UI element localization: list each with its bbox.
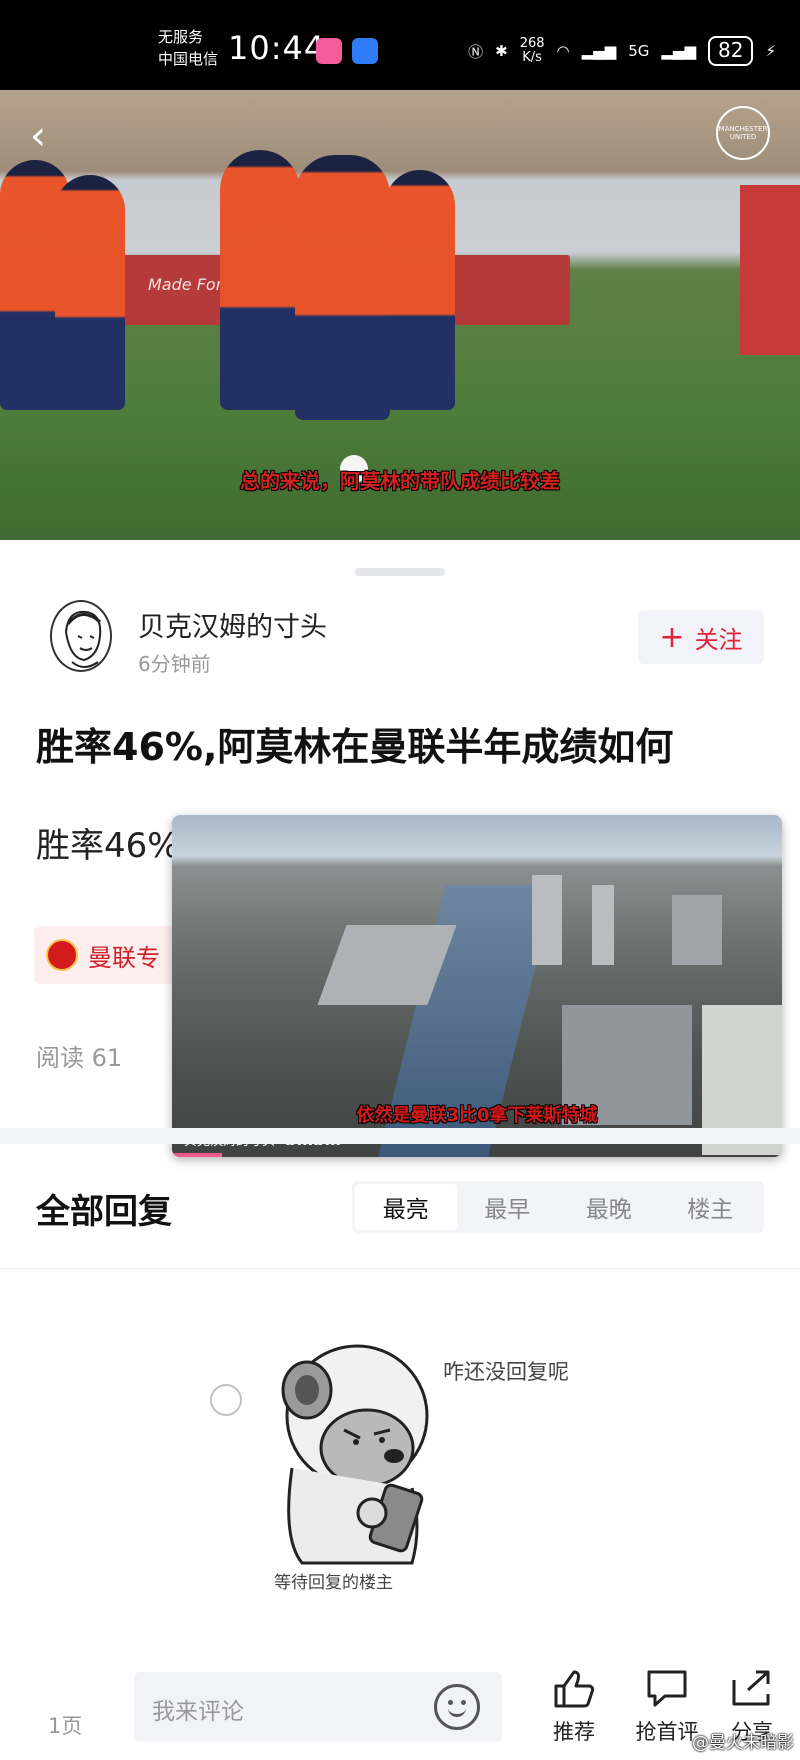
carrier-info: 无服务 中国电信: [158, 26, 218, 70]
drag-handle[interactable]: [355, 568, 445, 576]
divider: [0, 1268, 800, 1269]
avatar-sketch-icon: [64, 610, 102, 668]
read-count: 阅读 61: [36, 1044, 123, 1072]
page-indicator[interactable]: 1页: [48, 1710, 82, 1740]
net-speed-unit: K/s: [522, 50, 542, 65]
club-crest-icon: MANCHESTER UNITED: [716, 106, 770, 160]
recommend-label: 推荐: [553, 1720, 595, 1744]
topic-tag-label: 曼联专: [88, 943, 160, 972]
net-speed-value: 268: [519, 36, 545, 51]
comment-placeholder: 我来评论: [152, 1699, 244, 1725]
back-icon[interactable]: ‹: [30, 116, 66, 156]
comment-bubble-icon: [647, 1670, 687, 1707]
building: [532, 875, 562, 965]
player-figure: [220, 150, 300, 410]
player-figure: [55, 175, 125, 410]
status-indicators: Ⓝ ✱ 268 K/s ◠ ▂▄▆ 5G ▂▄▆ 82 ⚡: [468, 36, 776, 66]
wifi-icon: ◠: [556, 42, 570, 60]
signal-icon-2: ▂▄▆: [661, 42, 696, 60]
battery-indicator: 82: [708, 36, 754, 66]
building: [592, 885, 614, 965]
floating-video-player[interactable]: 依然是曼联3比0拿下莱斯特城 贝克汉姆的寸头 bilibili: [172, 815, 782, 1157]
sort-tab-earliest[interactable]: 最早: [457, 1184, 559, 1230]
notification-app-icon: [352, 38, 378, 64]
plus-icon: +: [659, 619, 685, 655]
floating-video-subtitle: 依然是曼联3比0拿下莱斯特城: [356, 1105, 598, 1126]
reply-sort-tabs: 最亮 最早 最晚 楼主: [352, 1181, 764, 1233]
follow-label: 关注: [694, 625, 743, 654]
author-avatar[interactable]: [50, 600, 112, 672]
sort-tab-op-only[interactable]: 楼主: [660, 1184, 762, 1230]
post-time: 6分钟前: [138, 652, 211, 676]
net-speed: 268 K/s: [520, 37, 545, 65]
bluetooth-icon: ✱: [495, 42, 508, 60]
nfc-icon: Ⓝ: [468, 42, 484, 61]
club-badge-icon: [46, 939, 78, 971]
clock: 10:44: [228, 29, 326, 67]
carrier-name: 中国电信: [158, 50, 219, 68]
signal-icon: ▂▄▆: [581, 42, 617, 60]
bilibili-app-icon: [316, 38, 342, 64]
empty-replies-text: 咋还没回复呢: [443, 1360, 569, 1384]
emoji-icon[interactable]: [434, 1684, 480, 1730]
thumbs-up-icon: [554, 1670, 595, 1708]
scribble-icon: [210, 1384, 242, 1416]
player-figure: [385, 170, 455, 410]
waiting-bear-illustration: [281, 1344, 429, 1565]
carrier-status: 无服务: [158, 28, 204, 46]
post-title: 胜率46%,阿莫林在曼联半年成绩如何: [36, 725, 674, 769]
post-body: 胜率46%: [36, 826, 180, 866]
share-icon: [732, 1670, 770, 1706]
video-subtitle: 总的来说，阿莫林的带队成绩比较差: [240, 469, 560, 493]
video-player[interactable]: Made For life ‹ MANCHESTER UNITED 总的来说，阿…: [0, 90, 800, 540]
pitch-side-board: [740, 185, 800, 355]
recommend-button[interactable]: 推荐: [534, 1668, 614, 1748]
floating-video-progress: [172, 1153, 222, 1157]
follow-button[interactable]: + 关注: [638, 610, 764, 664]
building: [672, 895, 722, 965]
comment-input[interactable]: 我来评论: [134, 1672, 502, 1742]
status-bar: 无服务 中国电信 10:44 Ⓝ ✱ 268 K/s ◠ ▂▄▆ 5G ▂▄▆ …: [0, 0, 800, 90]
sort-tab-latest[interactable]: 最晚: [558, 1184, 660, 1230]
player-figure: [295, 155, 390, 420]
source-watermark: @曼火未暗影: [692, 1733, 794, 1753]
empty-replies-caption: 等待回复的楼主: [274, 1573, 393, 1593]
section-divider: [0, 1128, 800, 1144]
network-type: 5G: [628, 42, 650, 60]
author-name[interactable]: 贝克汉姆的寸头: [138, 605, 327, 644]
replies-title: 全部回复: [36, 1192, 172, 1232]
charging-icon: ⚡: [765, 42, 776, 60]
crest-text: MANCHESTER UNITED: [718, 125, 768, 141]
sort-tab-hottest[interactable]: 最亮: [355, 1184, 457, 1230]
